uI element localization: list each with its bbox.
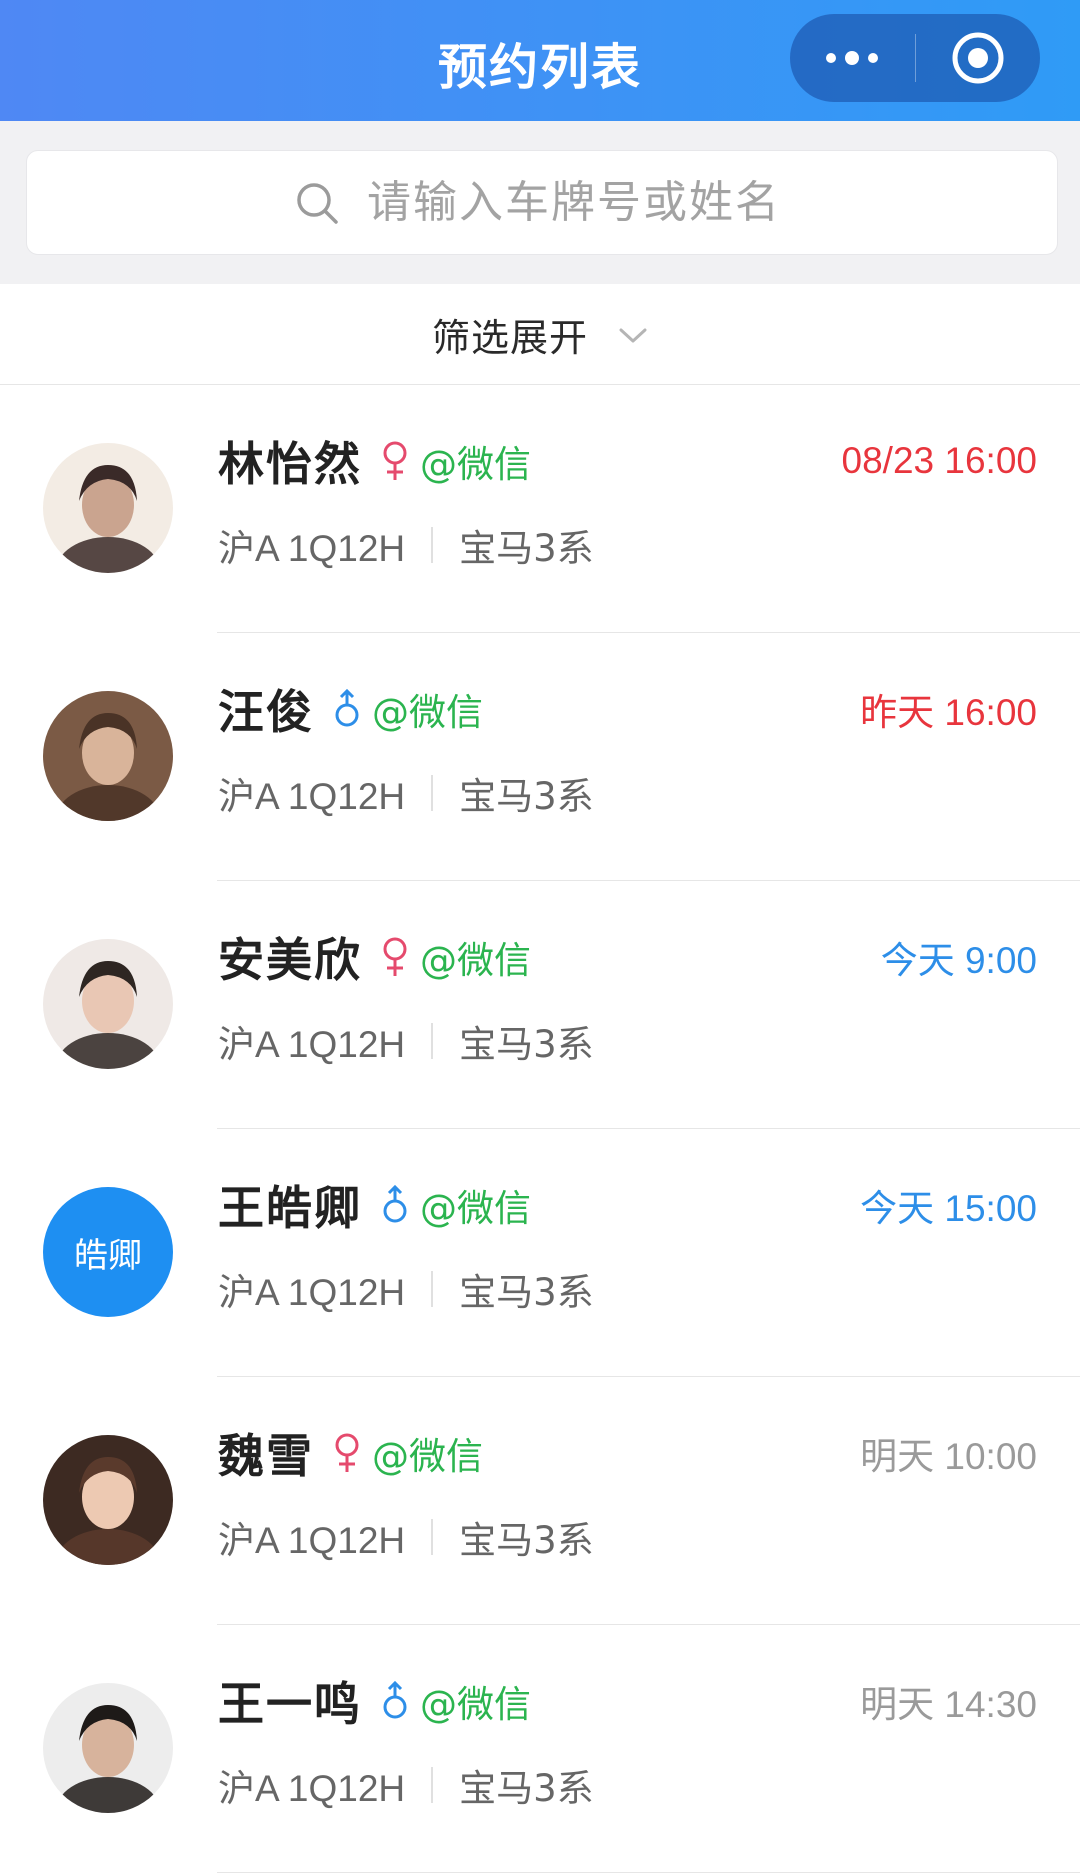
source-label: @微信 bbox=[372, 691, 483, 734]
car-model: 宝马3系 bbox=[459, 775, 594, 818]
license-plate: 沪A 1Q12H bbox=[218, 1024, 406, 1065]
car-model: 宝马3系 bbox=[459, 1023, 594, 1066]
avatar-photo-icon bbox=[43, 1683, 173, 1813]
avatar-photo-icon bbox=[43, 1435, 173, 1565]
car-model: 宝马3系 bbox=[459, 1519, 594, 1562]
search-icon bbox=[297, 182, 338, 224]
appointment-time: 今天 15:00 bbox=[860, 1188, 1037, 1229]
more-dots-icon bbox=[826, 51, 879, 65]
male-icon bbox=[332, 688, 362, 730]
separator bbox=[431, 1519, 434, 1555]
item-bottom-line: 沪A 1Q12H 宝马3系 bbox=[218, 1017, 594, 1066]
license-plate: 沪A 1Q12H bbox=[218, 528, 406, 569]
item-bottom-line: 沪A 1Q12H 宝马3系 bbox=[218, 1265, 594, 1314]
list-item[interactable]: 皓卿 王皓卿 @微信 今天 15:00 沪A 1Q12H 宝马3系 bbox=[0, 1129, 1080, 1377]
appointment-list: 林怡然 @微信 08/23 16:00 沪A 1Q12H 宝马3系 汪俊 @微信… bbox=[0, 385, 1080, 1873]
item-bottom-line: 沪A 1Q12H 宝马3系 bbox=[218, 769, 594, 818]
search-box[interactable] bbox=[26, 150, 1058, 255]
mini-program-capsule bbox=[790, 14, 1040, 102]
appointment-time: 今天 9:00 bbox=[880, 940, 1037, 981]
search-section bbox=[0, 121, 1080, 284]
filter-label: 筛选展开 bbox=[431, 315, 588, 360]
more-button[interactable] bbox=[790, 14, 915, 102]
list-item[interactable]: 林怡然 @微信 08/23 16:00 沪A 1Q12H 宝马3系 bbox=[0, 385, 1080, 633]
appointment-time: 明天 10:00 bbox=[860, 1436, 1037, 1477]
item-top-line: 林怡然 @微信 08/23 16:00 bbox=[218, 433, 1037, 491]
avatar-photo-icon bbox=[43, 691, 173, 821]
license-plate: 沪A 1Q12H bbox=[218, 776, 406, 817]
item-top-line: 魏雪 @微信 明天 10:00 bbox=[218, 1425, 1037, 1483]
customer-name: 魏雪 bbox=[218, 1429, 314, 1483]
item-bottom-line: 沪A 1Q12H 宝马3系 bbox=[218, 1761, 594, 1810]
list-item[interactable]: 王一鸣 @微信 明天 14:30 沪A 1Q12H 宝马3系 bbox=[0, 1625, 1080, 1873]
female-icon bbox=[332, 1432, 362, 1474]
item-bottom-line: 沪A 1Q12H 宝马3系 bbox=[218, 521, 594, 570]
search-input[interactable] bbox=[365, 176, 789, 229]
separator bbox=[431, 1271, 434, 1307]
nav-bar: 预约列表 bbox=[0, 0, 1080, 121]
customer-name: 王皓卿 bbox=[218, 1181, 362, 1235]
separator bbox=[431, 775, 434, 811]
avatar: 皓卿 bbox=[43, 1187, 173, 1317]
target-circle-icon bbox=[952, 32, 1004, 84]
chevron-down-icon bbox=[619, 328, 647, 343]
license-plate: 沪A 1Q12H bbox=[218, 1768, 406, 1809]
item-top-line: 王一鸣 @微信 明天 14:30 bbox=[218, 1673, 1037, 1731]
car-model: 宝马3系 bbox=[459, 527, 594, 570]
customer-name: 王一鸣 bbox=[218, 1677, 362, 1731]
appointment-time: 08/23 16:00 bbox=[841, 440, 1037, 481]
female-icon bbox=[380, 440, 410, 482]
separator bbox=[431, 1767, 434, 1803]
appointment-time: 明天 14:30 bbox=[860, 1684, 1037, 1725]
separator bbox=[431, 1023, 434, 1059]
customer-name: 汪俊 bbox=[218, 685, 314, 739]
female-icon bbox=[380, 936, 410, 978]
separator bbox=[431, 527, 434, 563]
avatar-photo-icon bbox=[43, 443, 173, 573]
close-button[interactable] bbox=[916, 14, 1041, 102]
source-label: @微信 bbox=[420, 1683, 531, 1726]
male-icon bbox=[380, 1680, 410, 1722]
item-top-line: 安美欣 @微信 今天 9:00 bbox=[218, 929, 1037, 987]
source-label: @微信 bbox=[420, 939, 531, 982]
list-item[interactable]: 汪俊 @微信 昨天 16:00 沪A 1Q12H 宝马3系 bbox=[0, 633, 1080, 881]
filter-toggle[interactable]: 筛选展开 bbox=[0, 284, 1080, 385]
license-plate: 沪A 1Q12H bbox=[218, 1272, 406, 1313]
appointment-time: 昨天 16:00 bbox=[860, 692, 1037, 733]
source-label: @微信 bbox=[372, 1435, 483, 1478]
car-model: 宝马3系 bbox=[459, 1767, 594, 1810]
license-plate: 沪A 1Q12H bbox=[218, 1520, 406, 1561]
avatar-initials: 皓卿 bbox=[43, 1187, 173, 1317]
customer-name: 安美欣 bbox=[218, 933, 362, 987]
item-top-line: 汪俊 @微信 昨天 16:00 bbox=[218, 681, 1037, 739]
car-model: 宝马3系 bbox=[459, 1271, 594, 1314]
source-label: @微信 bbox=[420, 1187, 531, 1230]
item-top-line: 王皓卿 @微信 今天 15:00 bbox=[218, 1177, 1037, 1235]
item-bottom-line: 沪A 1Q12H 宝马3系 bbox=[218, 1513, 594, 1562]
list-item[interactable]: 魏雪 @微信 明天 10:00 沪A 1Q12H 宝马3系 bbox=[0, 1377, 1080, 1625]
source-label: @微信 bbox=[420, 443, 531, 486]
customer-name: 林怡然 bbox=[218, 437, 362, 491]
male-icon bbox=[380, 1184, 410, 1226]
list-item[interactable]: 安美欣 @微信 今天 9:00 沪A 1Q12H 宝马3系 bbox=[0, 881, 1080, 1129]
avatar-photo-icon bbox=[43, 939, 173, 1069]
